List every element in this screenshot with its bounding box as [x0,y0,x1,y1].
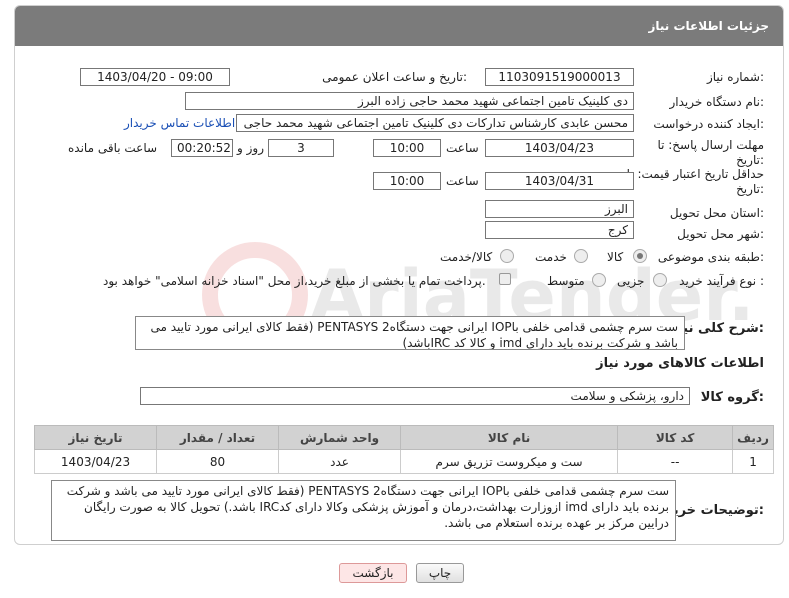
col-item-code: کد کالا [617,425,734,450]
col-row: ردیف [732,425,774,450]
deadline-time-label: ساعت [446,141,479,155]
city-field: کرج [485,221,634,239]
deadline-label: مهلت ارسال پاسخ: تا [657,138,764,152]
cell-row: 1 [732,449,774,474]
validity-date-field: 1403/04/31 [485,172,634,190]
buyer-org-field: دی کلینیک تامین اجتماعی شهید محمد حاجی ز… [185,92,634,110]
cell-item-name: ست و میکروست تزریق سرم [400,449,619,474]
items-table-header: تاریخ نیاز تعداد / مقدار واحد شمارش نام … [33,425,774,450]
items-table: تاریخ نیاز تعداد / مقدار واحد شمارش نام … [33,425,774,474]
city-label: شهر محل تحویل: [677,227,764,241]
treasury-checkbox[interactable] [499,273,511,285]
creator-field: محسن عابدی کارشناس تدارکات دی کلینیک تام… [236,114,634,132]
announce-label: تاریخ و ساعت اعلان عمومی: [322,70,467,84]
remaining-time-field: 00:20:52 [171,139,233,157]
goods-group-field: دارو، پزشکی و سلامت [140,387,690,405]
creator-label: ایجاد کننده درخواست: [653,117,764,131]
cell-need-date: 1403/04/23 [33,449,158,474]
contact-info-link[interactable]: اطلاعات تماس خریدار [124,116,235,130]
process-radio-partial[interactable] [653,273,667,287]
category-radio-goods[interactable] [633,249,647,263]
validity-label: حداقل تاریخ اعتبار قیمت: تا [626,167,764,181]
cell-item-code: -- [617,449,734,474]
category-option-service: خدمت [535,250,567,264]
col-unit: واحد شمارش [278,425,402,450]
print-button[interactable]: چاپ [416,563,464,583]
days-field: 3 [268,139,334,157]
validity-time-label: ساعت [446,174,479,188]
days-label: روز و [237,141,264,155]
process-option-medium: متوسط [547,274,585,288]
table-row: 1403/04/23 80 عدد ست و میکروست تزریق سرم… [33,449,774,474]
province-label: استان محل تحویل: [669,206,764,220]
category-radio-goods-service[interactable] [500,249,514,263]
remaining-label: ساعت باقی مانده [68,141,158,155]
goods-section-title: اطلاعات کالاهای مورد نیاز [596,356,764,371]
province-field: البرز [485,200,634,218]
treasury-note: پرداخت تمام یا بخشی از مبلغ خرید،از محل … [103,274,486,288]
category-radio-service[interactable] [574,249,588,263]
process-option-partial: جزیی [617,274,645,288]
deadline-date-field: 1403/04/23 [485,139,634,157]
panel-header: جزئیات اطلاعات نیاز [15,6,783,46]
back-button[interactable]: بازگشت [339,563,407,583]
buyer-org-label: نام دستگاه خریدار: [669,95,765,109]
process-label: نوع فرآیند خرید : [679,274,764,288]
deadline-date-label: تاریخ: [736,153,764,167]
validity-date-label: تاریخ: [736,182,764,196]
col-item-name: نام کالا [400,425,619,450]
cell-unit: عدد [278,449,402,474]
category-option-goods: کالا [607,250,624,264]
announce-field: 1403/04/20 - 09:00 [80,68,230,86]
category-option-goods-service: کالا/خدمت [440,250,493,264]
need-number-field: 1103091519000013 [485,68,634,86]
col-quantity: تعداد / مقدار [156,425,280,450]
need-number-label: شماره نیاز: [706,70,764,84]
col-need-date: تاریخ نیاز [33,425,158,450]
process-radio-medium[interactable] [592,273,606,287]
goods-group-label: گروه کالا: [700,390,764,405]
deadline-time-field: 10:00 [373,139,441,157]
validity-time-field: 10:00 [373,172,441,190]
summary-textarea: ست سرم چشمی قدامی خلفی باIOP ایرانی جهت … [135,316,685,350]
category-label: طبقه بندی موضوعی: [657,250,764,264]
panel-title: جزئیات اطلاعات نیاز [648,19,769,33]
buyer-notes-textarea: ست سرم چشمی قدامی خلفی باIOP ایرانی جهت … [51,480,676,541]
cell-quantity: 80 [156,449,280,474]
